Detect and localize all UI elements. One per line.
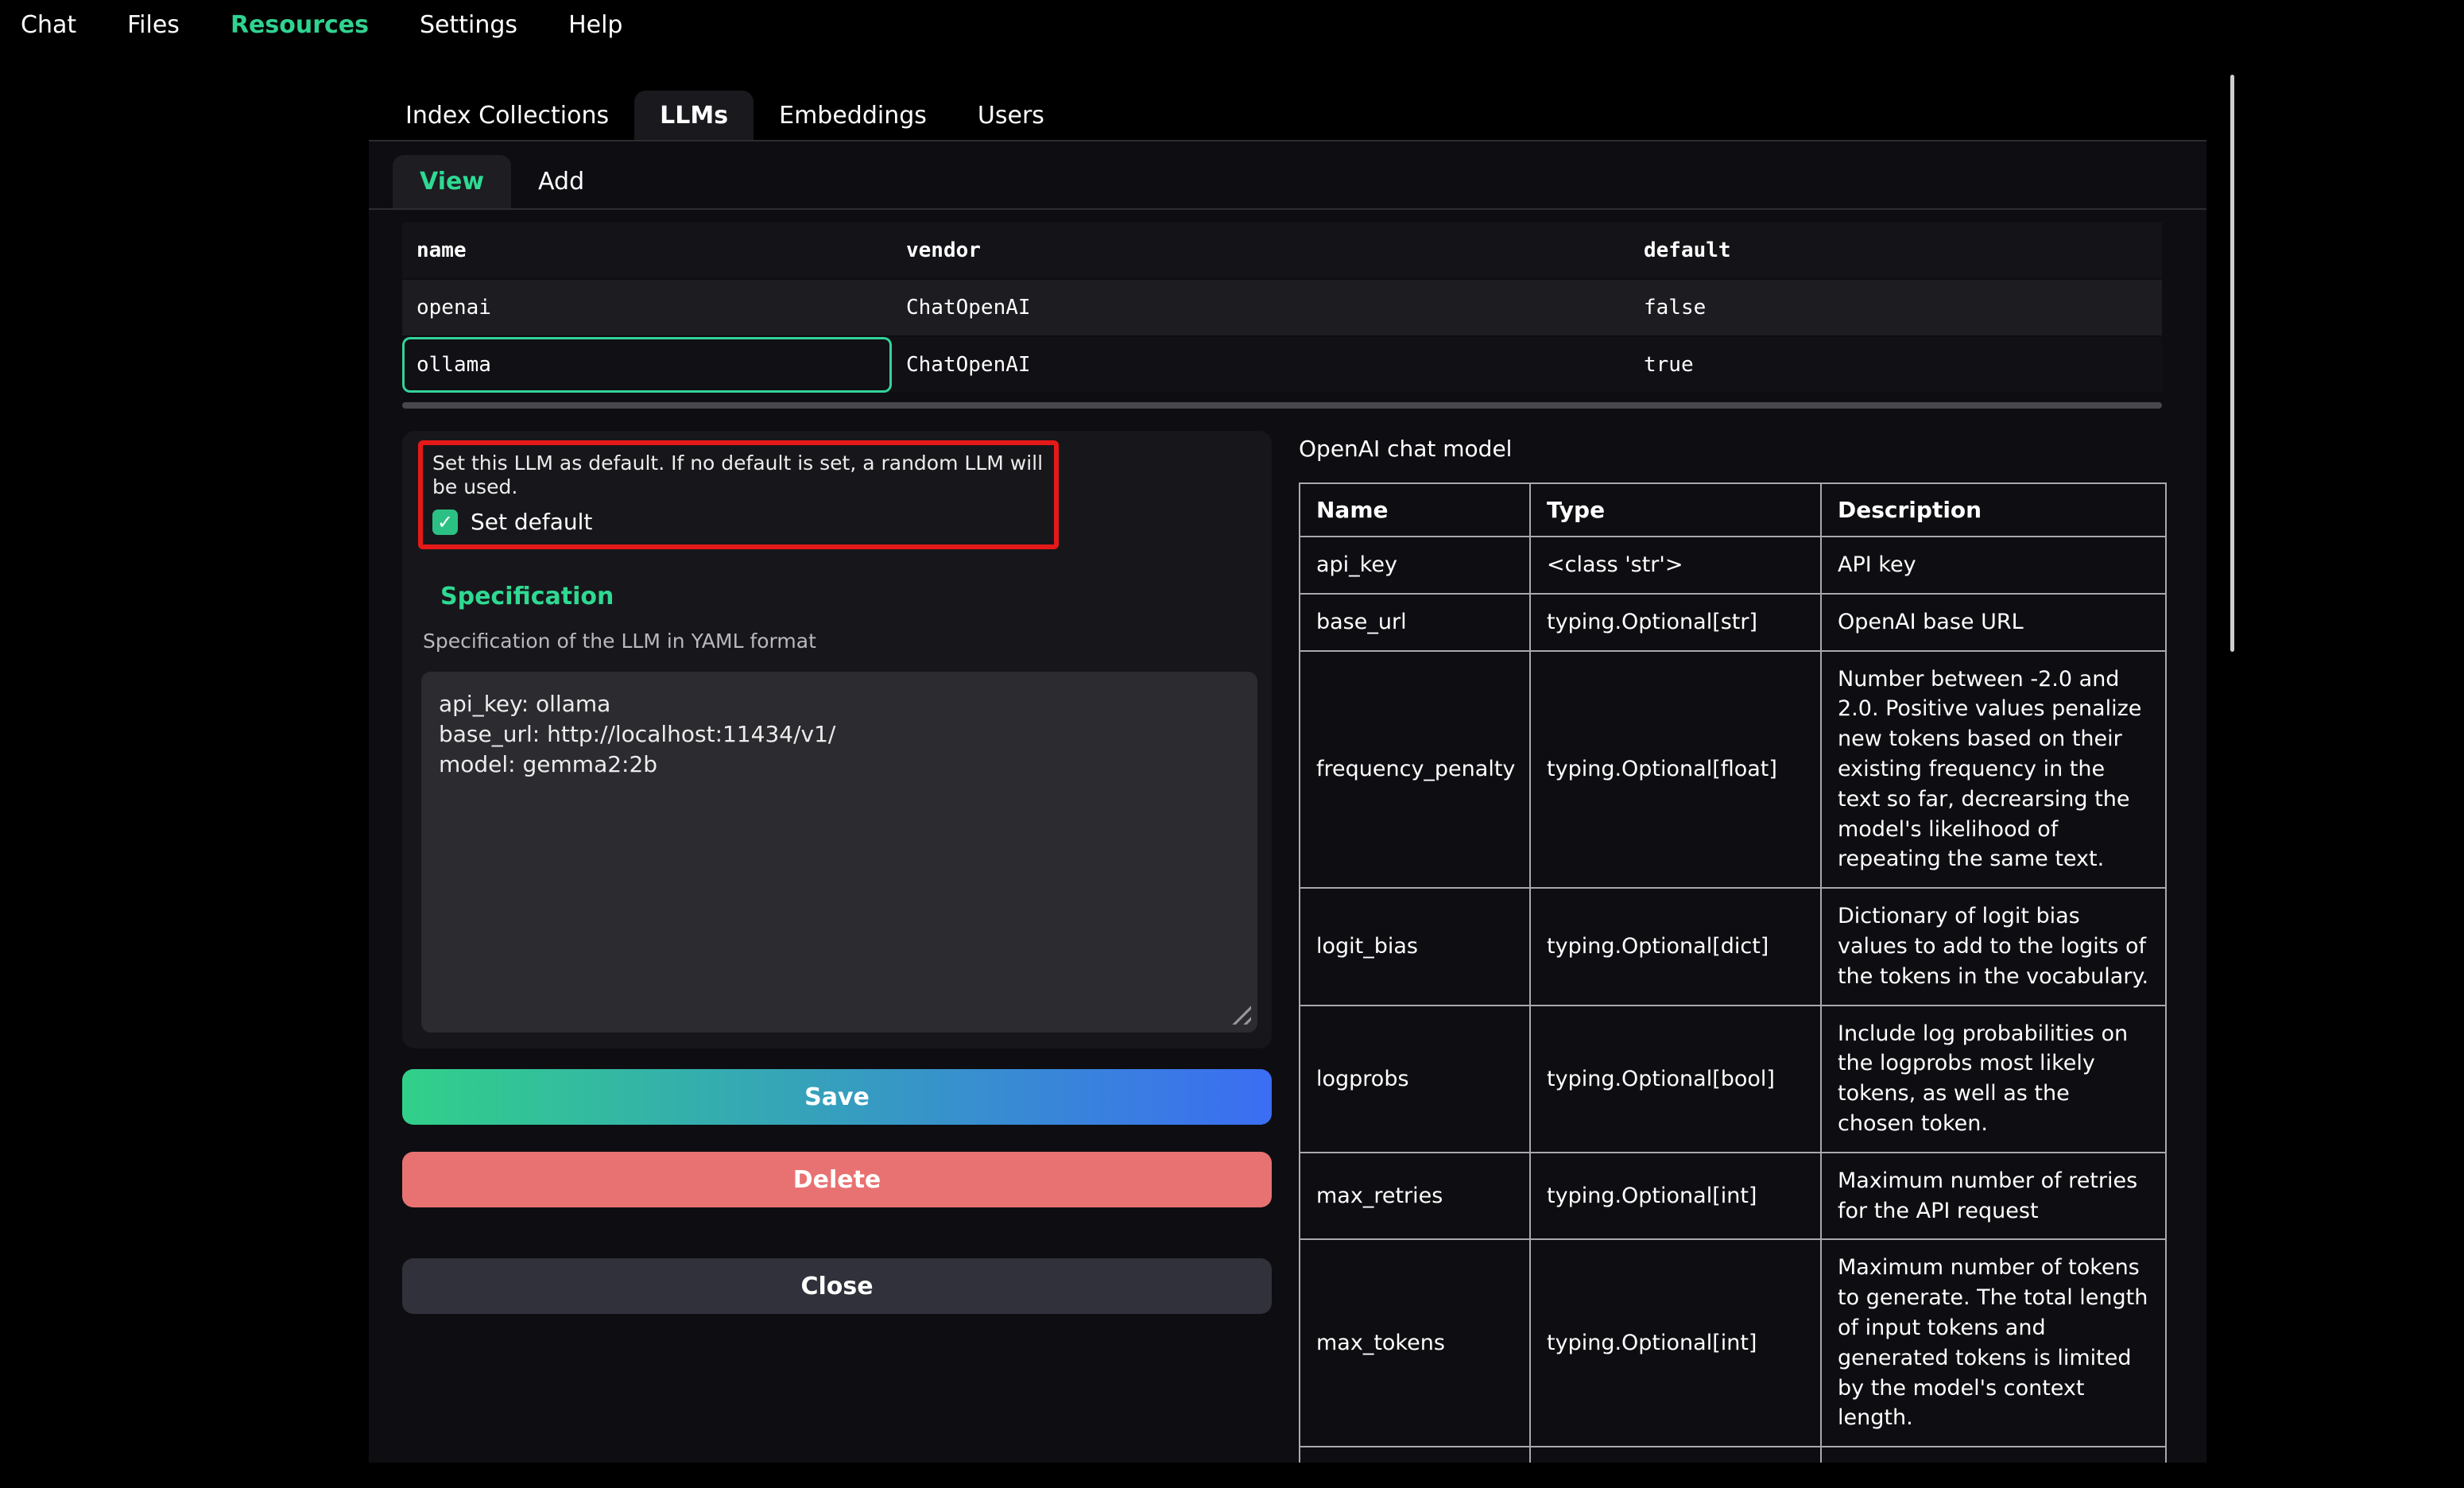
param-type: <class 'str'> xyxy=(1530,537,1821,594)
annotation-highlight-box: Set this LLM as default. If no default i… xyxy=(418,440,1059,549)
param-type: typing.Optional[int] xyxy=(1530,1153,1821,1240)
param-name: max_tokens xyxy=(1300,1239,1530,1447)
nav-files[interactable]: Files xyxy=(127,11,180,39)
llms-subtabs: View Add xyxy=(369,141,2206,210)
top-nav: Chat Files Resources Settings Help xyxy=(0,0,622,49)
col-header-description: Description xyxy=(1821,483,2166,537)
tab-llms[interactable]: LLMs xyxy=(634,91,754,140)
param-row-clipped xyxy=(1300,1447,2166,1463)
param-name: max_retries xyxy=(1300,1153,1530,1240)
tab-users[interactable]: Users xyxy=(952,91,1070,140)
yaml-editor-wrap: api_key: ollama base_url: http://localho… xyxy=(421,672,1257,1033)
llm-cell-name[interactable]: openai xyxy=(402,280,892,335)
param-name xyxy=(1300,1447,1530,1463)
param-name: frequency_penalty xyxy=(1300,651,1530,889)
param-description: Include log probabilities on the logprob… xyxy=(1821,1006,2166,1153)
param-row: max_retries typing.Optional[int] Maximum… xyxy=(1300,1153,2166,1240)
nav-help[interactable]: Help xyxy=(568,11,622,39)
set-default-checkbox[interactable]: ✓ xyxy=(432,510,458,535)
subtab-view[interactable]: View xyxy=(393,155,511,208)
set-default-row: ✓ Set default xyxy=(432,509,1044,535)
llm-row-ollama[interactable]: ollama ChatOpenAI true xyxy=(402,337,2162,393)
llm-cell-default[interactable]: true xyxy=(1629,337,2162,393)
llm-cell-default[interactable]: false xyxy=(1629,280,2162,335)
param-name: base_url xyxy=(1300,594,1530,651)
param-row: max_tokens typing.Optional[int] Maximum … xyxy=(1300,1239,2166,1447)
param-name: logprobs xyxy=(1300,1006,1530,1153)
check-icon: ✓ xyxy=(437,511,453,533)
llm-detail-card: Set this LLM as default. If no default i… xyxy=(402,431,1272,1048)
param-description: API key xyxy=(1821,537,2166,594)
close-button[interactable]: Close xyxy=(402,1258,1272,1314)
param-type: typing.Optional[int] xyxy=(1530,1239,1821,1447)
set-default-label[interactable]: Set default xyxy=(471,509,592,535)
resource-tabbar: Index Collections LLMs Embeddings Users xyxy=(369,91,2206,141)
param-description: Maximum number of retries for the API re… xyxy=(1821,1153,2166,1240)
delete-button[interactable]: Delete xyxy=(402,1152,1272,1207)
nav-chat[interactable]: Chat xyxy=(21,11,76,39)
param-type: typing.Optional[dict] xyxy=(1530,888,1821,1005)
param-type: typing.Optional[bool] xyxy=(1530,1006,1821,1153)
llm-col-vendor: vendor xyxy=(892,223,1629,278)
param-description: Dictionary of logit bias values to add t… xyxy=(1821,888,2166,1005)
param-name: api_key xyxy=(1300,537,1530,594)
col-header-type: Type xyxy=(1530,483,1821,537)
param-row: api_key <class 'str'> API key xyxy=(1300,537,2166,594)
llm-cell-name-selected[interactable]: ollama xyxy=(402,337,892,393)
llm-detail-column: Set this LLM as default. If no default i… xyxy=(402,431,1272,1314)
model-params-header: Name Type Description xyxy=(1300,483,2166,537)
llm-col-default: default xyxy=(1629,223,2162,278)
yaml-spec-textarea[interactable]: api_key: ollama base_url: http://localho… xyxy=(421,672,1257,1033)
nav-settings[interactable]: Settings xyxy=(420,11,517,39)
param-type: typing.Optional[str] xyxy=(1530,594,1821,651)
default-hint-text: Set this LLM as default. If no default i… xyxy=(432,451,1044,499)
tab-index-collections[interactable]: Index Collections xyxy=(380,91,634,140)
specification-heading: Specification xyxy=(440,583,1257,610)
llm-table-header: name vendor default xyxy=(402,223,2162,278)
llm-cell-vendor[interactable]: ChatOpenAI xyxy=(892,337,1629,393)
llm-row-openai[interactable]: openai ChatOpenAI false xyxy=(402,280,2162,335)
model-params-table: Name Type Description api_key <class 'st… xyxy=(1299,482,2167,1463)
subtab-add[interactable]: Add xyxy=(511,155,611,208)
vertical-scrollbar-thumb[interactable] xyxy=(2230,75,2234,652)
col-header-name: Name xyxy=(1300,483,1530,537)
param-type: typing.Optional[float] xyxy=(1530,651,1821,889)
param-description: Number between -2.0 and 2.0. Positive va… xyxy=(1821,651,2166,889)
param-description: Maximum number of tokens to generate. Th… xyxy=(1821,1239,2166,1447)
horizontal-scrollbar[interactable] xyxy=(402,402,2162,409)
llm-detail-section: Set this LLM as default. If no default i… xyxy=(402,431,2162,1463)
llm-col-name: name xyxy=(402,223,892,278)
model-doc-title: OpenAI chat model xyxy=(1299,436,2165,462)
param-row: logprobs typing.Optional[bool] Include l… xyxy=(1300,1006,2166,1153)
param-name: logit_bias xyxy=(1300,888,1530,1005)
save-button[interactable]: Save xyxy=(402,1069,1272,1125)
specification-caption: Specification of the LLM in YAML format xyxy=(423,630,1257,653)
model-doc-column: OpenAI chat model Name Type Description … xyxy=(1299,431,2165,1463)
param-row: logit_bias typing.Optional[dict] Diction… xyxy=(1300,888,2166,1005)
param-description: OpenAI base URL xyxy=(1821,594,2166,651)
llm-table: name vendor default openai ChatOpenAI fa… xyxy=(402,223,2162,393)
tab-embeddings[interactable]: Embeddings xyxy=(754,91,952,140)
resources-panel: Index Collections LLMs Embeddings Users … xyxy=(369,91,2206,1463)
llms-panel-body: View Add name vendor default openai Chat… xyxy=(369,141,2206,1463)
nav-resources[interactable]: Resources xyxy=(231,11,369,39)
param-description xyxy=(1821,1447,2166,1463)
param-row: frequency_penalty typing.Optional[float]… xyxy=(1300,651,2166,889)
param-type xyxy=(1530,1447,1821,1463)
llm-cell-vendor[interactable]: ChatOpenAI xyxy=(892,280,1629,335)
param-row: base_url typing.Optional[str] OpenAI bas… xyxy=(1300,594,2166,651)
